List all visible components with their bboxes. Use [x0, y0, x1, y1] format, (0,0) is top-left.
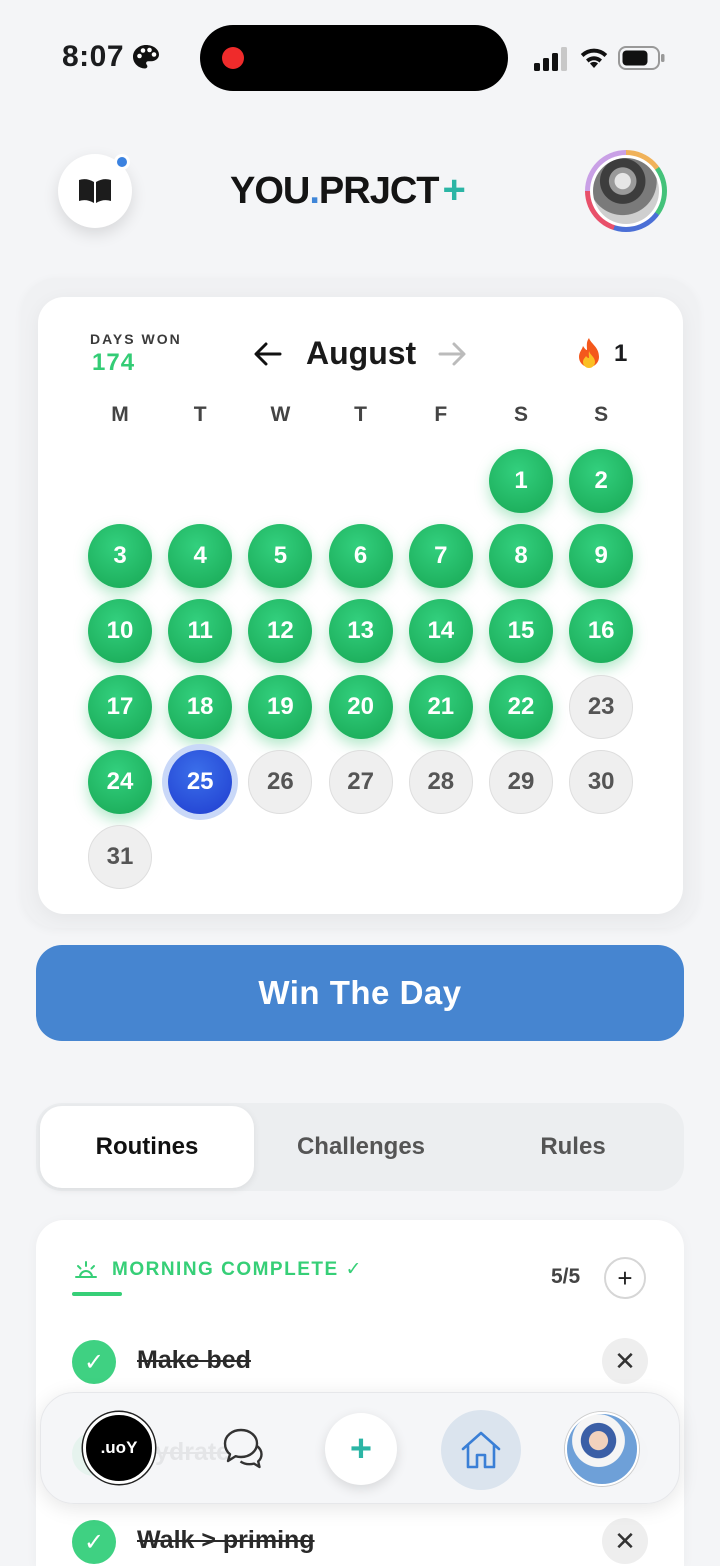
calendar-day[interactable]: 2	[569, 449, 634, 513]
calendar-day[interactable]: 12	[248, 599, 313, 664]
calendar-day[interactable]: 1	[489, 449, 553, 513]
status-bar: 8:07	[0, 0, 720, 116]
calendar-day[interactable]: 31	[88, 825, 152, 889]
palette-icon	[133, 45, 159, 69]
previous-month-arrow-icon[interactable]	[252, 339, 284, 369]
calendar-card: DAYS WON 174 August 1 MTWTFSS 1234567891…	[38, 297, 683, 914]
calendar-day[interactable]: 16	[569, 599, 634, 664]
tab-challenges[interactable]: Challenges	[254, 1106, 468, 1188]
win-the-day-button[interactable]: Win The Day	[36, 945, 684, 1041]
calendar-day[interactable]: 22	[489, 674, 553, 739]
remove-task-button[interactable]: ✕	[602, 1518, 648, 1564]
next-month-arrow-icon[interactable]	[436, 339, 468, 369]
bottom-nav: .uoY +	[40, 1392, 680, 1504]
status-time: 8:07	[62, 40, 125, 73]
calendar-day[interactable]: 9	[569, 524, 634, 589]
tab-routines[interactable]: Routines	[40, 1106, 254, 1188]
calendar-day[interactable]: 5	[248, 524, 313, 589]
brand-rest: PRJCT	[318, 170, 440, 212]
weekday-label: T	[193, 403, 207, 426]
calendar-day[interactable]: 24	[88, 749, 152, 814]
calendar-day[interactable]: 10	[88, 599, 152, 664]
weekday-header: MTWTFSS	[88, 403, 651, 433]
calendar-grid: 1 2 3 4 5 6 7 8 9 10 11 12 13 14 15 16 17 18 19 20 21 22 23 24 2…	[88, 449, 651, 899]
chat-icon[interactable]	[219, 1426, 265, 1470]
calendar-day[interactable]: 28	[408, 749, 473, 814]
month-title: August	[306, 335, 417, 371]
calendar-day[interactable]: 4	[168, 524, 233, 589]
task-label: Make bed	[137, 1346, 251, 1374]
battery-icon	[618, 46, 665, 70]
routine-task: ✓ Make bed ✕	[72, 1338, 648, 1386]
calendar-day[interactable]: 8	[489, 524, 553, 589]
routine-count: 5/5	[551, 1265, 581, 1288]
section-tabs: Routines Challenges Rules	[36, 1103, 684, 1191]
calendar-day[interactable]: 7	[408, 524, 473, 589]
calendar-day[interactable]: 19	[248, 674, 313, 739]
section-title: MORNING COMPLETE ✓	[112, 1259, 363, 1280]
avatar	[593, 158, 659, 224]
recording-indicator	[222, 47, 244, 69]
calendar-day[interactable]: 15	[489, 599, 553, 664]
home-icon	[461, 1431, 501, 1469]
book-icon	[79, 179, 111, 203]
add-routine-button[interactable]: +	[604, 1257, 646, 1299]
weekday-label: F	[434, 403, 448, 426]
weekday-label: M	[111, 403, 129, 426]
calendar-day[interactable]: 11	[168, 599, 233, 664]
streak-count: 1	[614, 340, 628, 367]
calendar-day[interactable]: 3	[88, 524, 152, 589]
journal-button[interactable]	[58, 154, 132, 228]
calendar-day[interactable]: 29	[489, 749, 553, 814]
weekday-label: S	[594, 403, 609, 426]
task-check-icon[interactable]: ✓	[72, 1340, 116, 1384]
calendar-day[interactable]: 21	[408, 674, 473, 739]
calendar-day[interactable]: 25	[168, 749, 233, 814]
calendar-day[interactable]: 20	[328, 674, 393, 739]
profile-avatar-button[interactable]	[585, 150, 667, 232]
notification-dot	[114, 154, 130, 170]
routine-task: ✓ Walk > priming ✕	[72, 1518, 648, 1566]
weekday-label: W	[270, 403, 291, 426]
sunrise-icon	[75, 1261, 97, 1278]
add-button[interactable]: +	[325, 1413, 397, 1485]
dynamic-island	[200, 25, 508, 91]
calendar-day[interactable]: 26	[248, 749, 313, 814]
days-won-label: DAYS WON	[90, 331, 182, 347]
calendar-day[interactable]: 23	[569, 674, 634, 739]
task-label: Walk > priming	[137, 1526, 315, 1554]
section-underline	[72, 1292, 122, 1296]
remove-task-button[interactable]: ✕	[602, 1338, 648, 1384]
tab-rules[interactable]: Rules	[466, 1106, 680, 1188]
brand-plus: +	[442, 168, 466, 212]
fire-icon	[579, 338, 599, 368]
calendar-day[interactable]: 17	[88, 674, 152, 739]
brand-dot: .	[309, 170, 320, 212]
profile-avatar-nav[interactable]	[565, 1412, 639, 1486]
weekday-label: S	[513, 403, 528, 426]
nav-logo-button[interactable]: .uoY	[83, 1412, 155, 1484]
app-logo: YOU . PRJCT +	[230, 168, 466, 212]
task-check-icon[interactable]: ✓	[72, 1520, 116, 1564]
streak-indicator: 1	[574, 337, 627, 371]
calendar-day[interactable]: 18	[168, 674, 233, 739]
days-won-value: 174	[92, 349, 136, 376]
calendar-day[interactable]: 27	[328, 749, 393, 814]
weekday-label: T	[354, 403, 367, 426]
brand-main: YOU	[230, 170, 310, 212]
calendar-day[interactable]: 14	[408, 599, 473, 664]
calendar-day[interactable]: 6	[328, 524, 393, 589]
home-button[interactable]	[441, 1410, 521, 1490]
calendar-day[interactable]: 13	[328, 599, 393, 664]
calendar-day[interactable]: 30	[569, 749, 634, 814]
cellular-signal-icon	[534, 47, 567, 71]
wifi-icon	[580, 48, 608, 68]
avatar-frame	[590, 155, 662, 227]
